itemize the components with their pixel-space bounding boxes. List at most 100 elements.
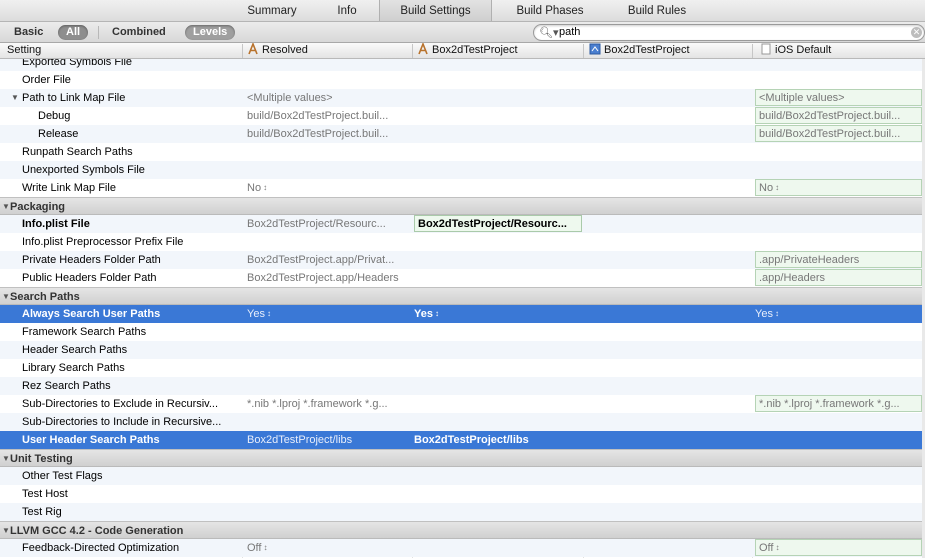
column-divider[interactable] bbox=[412, 44, 413, 58]
tab-build-rules[interactable]: Build Rules bbox=[612, 0, 702, 21]
ios-default-value[interactable]: .app/PrivateHeaders bbox=[755, 251, 922, 268]
setting-row[interactable]: Rez Search Paths bbox=[0, 377, 925, 395]
ios-default-value[interactable]: <Multiple values> bbox=[755, 89, 922, 106]
setting-name: User Header Search Paths bbox=[22, 434, 160, 446]
setting-row[interactable]: Other Test Flags bbox=[0, 467, 925, 485]
setting-row[interactable]: Private Headers Folder Path Box2dTestProj… bbox=[0, 251, 925, 269]
search-input[interactable]: path bbox=[559, 26, 580, 38]
stepper-arrows-icon[interactable]: ↕ bbox=[775, 543, 779, 552]
clear-icon[interactable]: ✕ bbox=[911, 27, 922, 38]
tab-summary[interactable]: Summary bbox=[232, 0, 312, 21]
column-divider[interactable] bbox=[583, 44, 584, 58]
ios-default-column-header[interactable]: iOS Default bbox=[760, 43, 831, 58]
disclosure-triangle-icon[interactable]: ▼ bbox=[2, 526, 10, 535]
combined-view-button[interactable]: Combined bbox=[112, 26, 166, 38]
setting-name: Path to Link Map File bbox=[22, 92, 126, 104]
stepper-arrows-icon[interactable]: ↕ bbox=[267, 309, 271, 318]
setting-row[interactable]: Header Search Paths bbox=[0, 341, 925, 359]
value-text: *.nib *.lproj *.framework *.g... bbox=[247, 398, 388, 410]
disclosure-triangle-icon[interactable]: ▼ bbox=[2, 454, 10, 463]
ios-default-value[interactable]: No ↕ bbox=[755, 179, 922, 196]
setting-name: Write Link Map File bbox=[22, 182, 116, 194]
setting-row[interactable]: Sub-Directories to Include in Recursive.… bbox=[0, 413, 925, 431]
section-title: Search Paths bbox=[10, 291, 80, 303]
ios-default-value[interactable]: Off ↕ bbox=[755, 539, 922, 556]
magnifier-icon[interactable]: 🔍︎▾ bbox=[539, 26, 559, 39]
setting-row[interactable]: Library Search Paths bbox=[0, 359, 925, 377]
section-header[interactable]: ▼ Packaging bbox=[0, 197, 925, 215]
value-text: Box2dTestProject/libs bbox=[247, 434, 353, 446]
stepper-arrows-icon[interactable]: ↕ bbox=[263, 543, 267, 552]
setting-name: Rez Search Paths bbox=[22, 380, 111, 392]
setting-row[interactable]: Framework Search Paths bbox=[0, 323, 925, 341]
value-text: Yes bbox=[755, 308, 773, 320]
stepper-arrows-icon[interactable]: ↕ bbox=[775, 309, 779, 318]
project-column-label: Box2dTestProject bbox=[604, 44, 690, 56]
column-divider[interactable] bbox=[242, 44, 243, 58]
setting-row[interactable]: Test Host bbox=[0, 485, 925, 503]
setting-name: Order File bbox=[22, 74, 71, 86]
ios-default-value[interactable]: *.nib *.lproj *.framework *.g... bbox=[755, 395, 922, 412]
target-column-header[interactable]: Box2dTestProject bbox=[417, 43, 518, 58]
target-app-icon bbox=[418, 43, 428, 55]
value-text: Off bbox=[759, 542, 774, 554]
ios-default-value[interactable]: build/Box2dTestProject.buil... bbox=[755, 125, 922, 142]
setting-name: Test Rig bbox=[22, 506, 62, 518]
section-title: LLVM GCC 4.2 - Code Generation bbox=[10, 525, 184, 537]
stepper-arrows-icon[interactable]: ↕ bbox=[263, 183, 267, 192]
setting-row[interactable]: Order File bbox=[0, 71, 925, 89]
value-text: Off bbox=[247, 542, 262, 554]
section-header[interactable]: ▼ LLVM GCC 4.2 - Code Generation bbox=[0, 521, 925, 539]
ios-default-value[interactable]: build/Box2dTestProject.buil... bbox=[755, 107, 922, 124]
configuration-row[interactable]: Release build/Box2dTestProject.buil... bui… bbox=[0, 125, 925, 143]
setting-row[interactable]: Public Headers Folder Path Box2dTestProje… bbox=[0, 269, 925, 287]
resolved-value: Box2dTestProject/libs bbox=[247, 434, 412, 446]
tab-build-settings[interactable]: Build Settings bbox=[379, 0, 492, 21]
resolved-column-header[interactable]: Resolved bbox=[247, 43, 308, 58]
section-header[interactable]: ▼ Unit Testing bbox=[0, 449, 925, 467]
section-header[interactable]: ▼ Search Paths bbox=[0, 287, 925, 305]
disclosure-triangle-icon[interactable]: ▼ bbox=[2, 202, 10, 211]
search-field[interactable]: 🔍︎▾ path ✕ bbox=[533, 24, 925, 41]
setting-name: Exported Symbols File bbox=[22, 59, 133, 68]
target-value[interactable]: Box2dTestProject/Resourc... bbox=[414, 215, 582, 232]
stepper-arrows-icon[interactable]: ↕ bbox=[775, 183, 779, 192]
all-filter-button[interactable]: All bbox=[58, 25, 89, 40]
setting-row[interactable]: Always Search User Paths Yes ↕ Yes ↕ Yes ↕ bbox=[0, 305, 925, 323]
configuration-row[interactable]: Debug build/Box2dTestProject.buil... build… bbox=[0, 107, 925, 125]
levels-view-button[interactable]: Levels bbox=[185, 25, 236, 40]
ios-default-value[interactable]: Yes ↕ bbox=[755, 308, 922, 320]
setting-row[interactable]: Test Rig bbox=[0, 503, 925, 521]
setting-name: Library Search Paths bbox=[22, 362, 125, 374]
value-text: No bbox=[759, 182, 774, 194]
tab-build-phases[interactable]: Build Phases bbox=[505, 0, 595, 21]
setting-row[interactable]: Exported Symbols File bbox=[0, 59, 925, 71]
resolved-value: Off ↕ bbox=[247, 542, 412, 554]
setting-row[interactable]: Info.plist File Box2dTestProject/Resourc.… bbox=[0, 215, 925, 233]
filter-bar: Basic All Combined Levels 🔍︎▾ path ✕ bbox=[0, 22, 925, 43]
setting-row[interactable]: Write Link Map File No ↕ No ↕ bbox=[0, 179, 925, 197]
disclosure-triangle-icon[interactable]: ▼ bbox=[2, 292, 10, 301]
target-value[interactable]: Yes ↕ bbox=[414, 308, 582, 320]
column-divider[interactable] bbox=[752, 44, 753, 58]
target-value[interactable]: Box2dTestProject/libs bbox=[414, 434, 582, 446]
setting-row[interactable]: Info.plist Preprocessor Prefix File bbox=[0, 233, 925, 251]
value-text: No bbox=[247, 182, 262, 194]
value-text: Box2dTestProject/Resourc... bbox=[418, 218, 567, 230]
ios-default-value[interactable]: .app/Headers bbox=[755, 269, 922, 286]
stepper-arrows-icon[interactable]: ↕ bbox=[435, 309, 439, 318]
setting-row[interactable]: Sub-Directories to Exclude in Recursiv..… bbox=[0, 395, 925, 413]
tab-info[interactable]: Info bbox=[322, 0, 372, 21]
setting-row[interactable]: Feedback-Directed Optimization Off ↕ Off ↕ bbox=[0, 539, 925, 557]
setting-row[interactable]: ▼ Path to Link Map File <Multiple values> <… bbox=[0, 89, 925, 107]
setting-name: Other Test Flags bbox=[22, 470, 103, 482]
setting-name: Feedback-Directed Optimization bbox=[22, 542, 180, 554]
setting-row[interactable]: Unexported Symbols File bbox=[0, 161, 925, 179]
disclosure-triangle-icon[interactable]: ▼ bbox=[11, 93, 19, 102]
setting-row[interactable]: Runpath Search Paths bbox=[0, 143, 925, 161]
setting-name: Runpath Search Paths bbox=[22, 146, 133, 158]
project-column-header[interactable]: Box2dTestProject bbox=[589, 43, 690, 58]
basic-filter-button[interactable]: Basic bbox=[14, 26, 43, 38]
setting-column-header[interactable]: Setting bbox=[7, 43, 41, 58]
setting-row[interactable]: User Header Search Paths Box2dTestProject… bbox=[0, 431, 925, 449]
